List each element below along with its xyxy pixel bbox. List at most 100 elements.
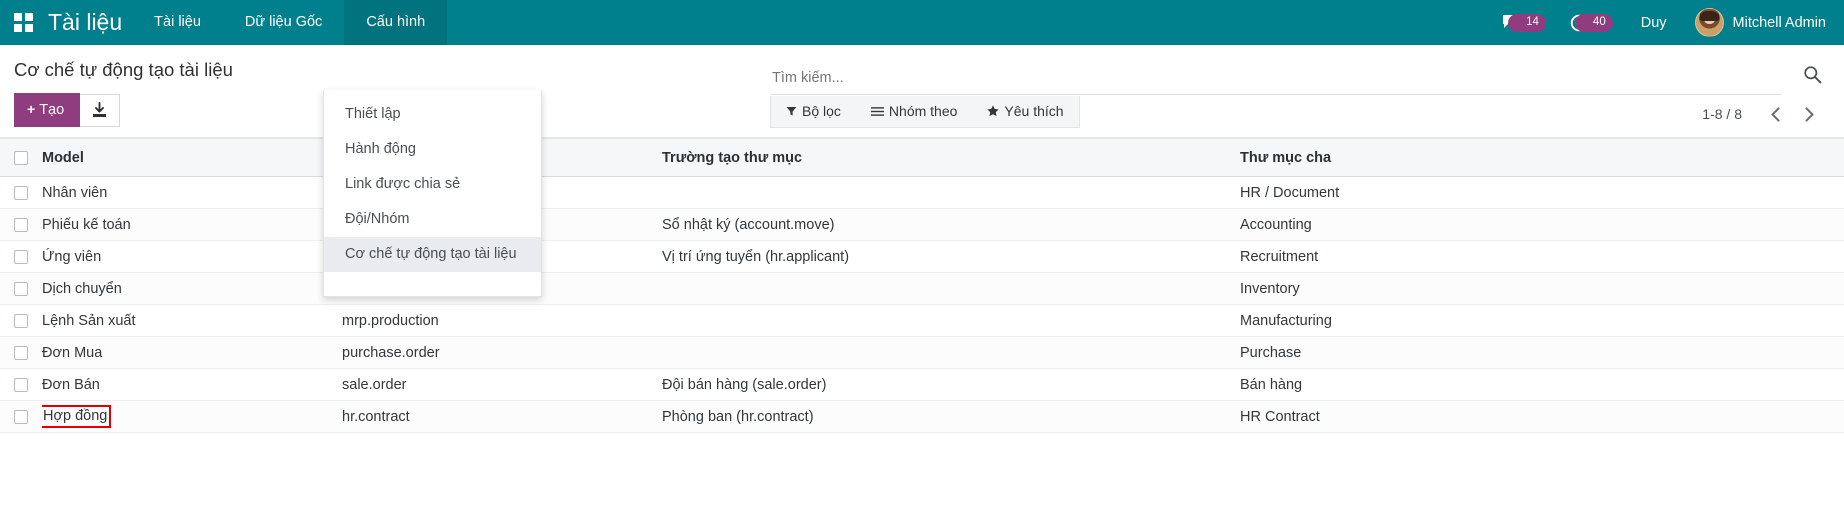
row-select-cell (0, 241, 42, 273)
apps-grid-icon (14, 13, 33, 32)
table-row[interactable]: Phiếu kế toánaccount.moveSổ nhật ký (acc… (0, 209, 1844, 241)
pager-count: 1-8 / 8 (1702, 106, 1742, 122)
groupby-button-label: Nhóm theo (889, 103, 957, 119)
checkbox-icon[interactable] (14, 282, 28, 296)
filters-button-label: Bộ lọc (802, 103, 841, 119)
star-icon (987, 105, 999, 117)
cell-technical-name: mrp.production (342, 305, 662, 337)
cell-folder-field (662, 177, 1240, 209)
menu-item-documents[interactable]: Tài liệu (132, 0, 223, 45)
filters-button[interactable]: Bộ lọc (771, 96, 856, 127)
checkbox-icon[interactable] (14, 346, 28, 360)
row-select-cell (0, 369, 42, 401)
cell-model: Nhân viên (42, 177, 342, 209)
cell-parent-folder: Purchase (1240, 337, 1844, 369)
import-button[interactable] (80, 94, 120, 127)
table-row[interactable]: Nhân viênHR / Document (0, 177, 1844, 209)
search-icon[interactable] (1803, 65, 1822, 84)
cell-technical-name: purchase.order (342, 337, 662, 369)
create-button[interactable]: +Tạo (14, 93, 80, 127)
row-select-cell (0, 273, 42, 305)
row-select-cell (0, 177, 42, 209)
table-row[interactable]: Hợp đồng hr.contractPhòng ban (hr.contrac… (0, 401, 1844, 433)
cell-model: Phiếu kế toán (42, 209, 342, 241)
user-menu-label: Mitchell Admin (1733, 15, 1826, 31)
company-switcher[interactable]: Duy (1625, 15, 1683, 31)
pager: 1-8 / 8 (1702, 101, 1824, 127)
cell-folder-field: Sổ nhật ký (account.move) (662, 209, 1240, 241)
checkbox-icon[interactable] (14, 314, 28, 328)
groupby-button[interactable]: Nhóm theo (856, 96, 972, 127)
table-body: Nhân viênHR / DocumentPhiếu kế toánaccou… (0, 177, 1844, 433)
checkbox-icon[interactable] (14, 250, 28, 264)
row-select-cell (0, 305, 42, 337)
filter-funnel-icon (786, 106, 797, 117)
column-header-parent-folder[interactable]: Thư mục cha (1240, 139, 1844, 177)
page-title: Cơ chế tự động tạo tài liệu (14, 59, 770, 81)
dropdown-item-workflow-rules[interactable]: Cơ chế tự động tạo tài liệu (324, 237, 541, 272)
records-table: Model Trường tạo thư mục Thư mục cha Nhâ… (0, 138, 1844, 433)
table-row[interactable]: Lệnh Sản xuấtmrp.production Manufacturing (0, 305, 1844, 337)
dropdown-item-teams[interactable]: Đội/Nhóm (324, 202, 541, 237)
cell-model: Đơn Bán (42, 369, 342, 401)
messages-count-badge: 14 (1508, 14, 1546, 32)
cell-parent-folder: HR Contract (1240, 401, 1844, 433)
table-head: Model Trường tạo thư mục Thư mục cha (0, 139, 1844, 177)
create-button-label: Tạo (39, 102, 64, 118)
top-navbar: Tài liệu Tài liệu Dữ liệu Gốc Cấu hình 1… (0, 0, 1844, 45)
cell-technical-name: hr.contract (342, 401, 662, 433)
checkbox-icon[interactable] (14, 378, 28, 392)
activities-count-badge: 40 (1575, 14, 1613, 32)
cell-parent-folder: Inventory (1240, 273, 1844, 305)
control-panel-right: Bộ lọc Nhóm theo (770, 45, 1844, 128)
activities-menu[interactable]: 40 (1558, 0, 1625, 45)
table-row[interactable]: Đơn Bánsale.orderĐội bán hàng (sale.orde… (0, 369, 1844, 401)
column-header-model[interactable]: Model (42, 139, 342, 177)
cell-folder-field: Đội bán hàng (sale.order) (662, 369, 1240, 401)
download-import-icon (91, 102, 108, 119)
menu-item-master-data[interactable]: Dữ liệu Gốc (223, 0, 344, 45)
menu-item-configuration[interactable]: Cấu hình (344, 0, 447, 45)
cell-parent-folder: Recruitment (1240, 241, 1844, 273)
chevron-right-icon[interactable] (1794, 101, 1824, 127)
checkbox-icon[interactable] (14, 410, 28, 424)
cell-model: Hợp đồng (42, 401, 342, 433)
cell-folder-field (662, 305, 1240, 337)
dropdown-tail (324, 272, 541, 296)
brand-title[interactable]: Tài liệu (46, 0, 132, 45)
checkbox-icon[interactable] (14, 186, 28, 200)
cell-model: Ứng viên (42, 241, 342, 273)
select-all-header (0, 139, 42, 177)
avatar (1695, 8, 1724, 37)
cell-parent-folder: Manufacturing (1240, 305, 1844, 337)
dropdown-item-settings[interactable]: Thiết lập (324, 97, 541, 132)
cell-model: Lệnh Sản xuất (42, 305, 342, 337)
user-menu[interactable]: Mitchell Admin (1683, 0, 1826, 45)
column-header-folder-field[interactable]: Trường tạo thư mục (662, 139, 1240, 177)
dropdown-item-shared-links[interactable]: Link được chia sẻ (324, 167, 541, 202)
highlighted-cell-value: Hợp đồng (42, 408, 108, 425)
row-select-cell (0, 401, 42, 433)
configuration-dropdown-menu: Thiết lập Hành động Link được chia sẻ Độ… (323, 90, 542, 297)
apps-menu-toggle[interactable] (0, 0, 46, 45)
table-row[interactable]: Ứng viênhr.applicantVị trí ứng tuyển (hr… (0, 241, 1844, 273)
table-row[interactable]: Dịch chuyểnstock.pickingInventory (0, 273, 1844, 305)
favorites-button[interactable]: Yêu thích (972, 96, 1078, 127)
table-row[interactable]: Đơn Muapurchase.order Purchase (0, 337, 1844, 369)
cell-folder-field: Vị trí ứng tuyển (hr.applicant) (662, 241, 1240, 273)
row-select-cell (0, 337, 42, 369)
filter-button-group: Bộ lọc Nhóm theo (770, 96, 1080, 128)
dropdown-item-actions[interactable]: Hành động (324, 132, 541, 167)
hamburger-lines-icon (871, 106, 884, 117)
chevron-left-icon[interactable] (1760, 101, 1790, 127)
messages-menu[interactable]: 14 (1490, 0, 1558, 45)
table-header-row: Model Trường tạo thư mục Thư mục cha (0, 139, 1844, 177)
filter-row: Bộ lọc Nhóm theo (770, 96, 1844, 128)
favorites-button-label: Yêu thích (1004, 103, 1063, 119)
cell-model: Đơn Mua (42, 337, 342, 369)
cell-folder-field: Phòng ban (hr.contract) (662, 401, 1240, 433)
search-view (770, 61, 1782, 95)
search-input[interactable] (770, 70, 1782, 86)
checkbox-icon[interactable] (14, 218, 28, 232)
checkbox-icon[interactable] (14, 151, 28, 165)
